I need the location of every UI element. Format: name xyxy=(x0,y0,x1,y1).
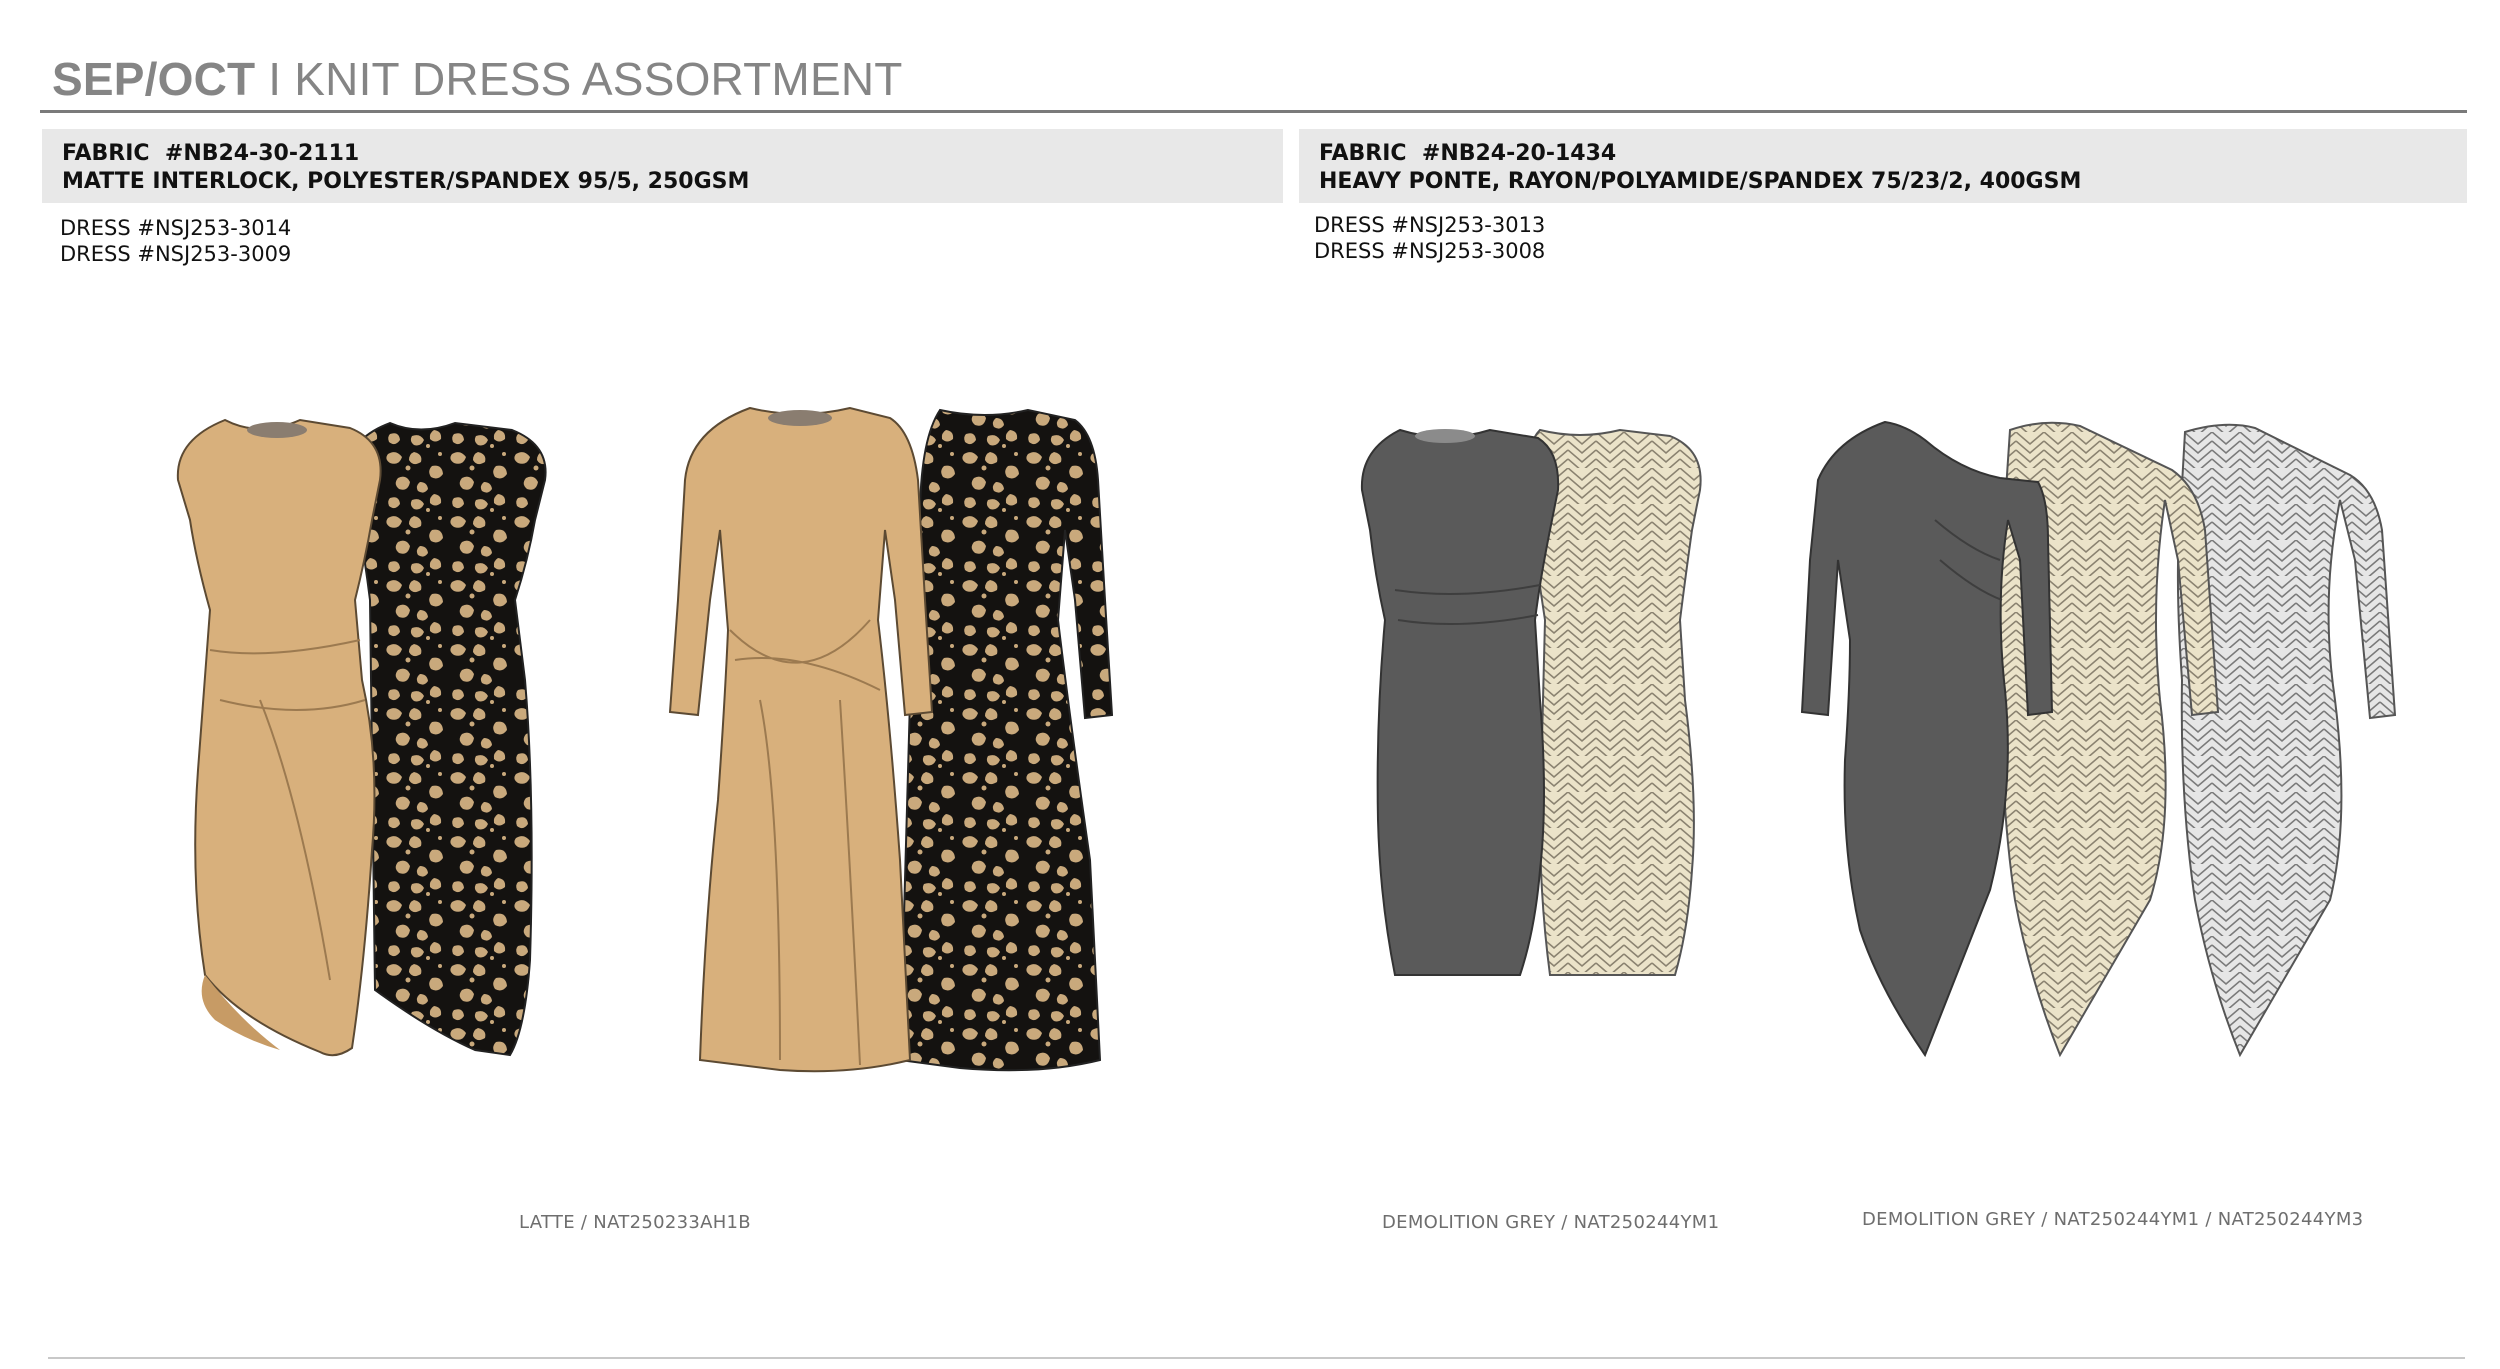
dress-fill xyxy=(176,418,382,1057)
dress-fill xyxy=(668,406,934,1073)
dress-3009-latte xyxy=(668,406,934,1073)
dress-fill xyxy=(2176,423,2397,1058)
dress-3014-leopard xyxy=(343,421,547,1057)
dress-fill xyxy=(898,408,1114,1072)
dress-illustrations xyxy=(176,406,2397,1073)
dress-fill xyxy=(1360,428,1560,976)
dress-3009-leopard xyxy=(898,408,1114,1072)
colorway-caption-1: LATTE / NAT250233AH1B xyxy=(519,1212,751,1233)
colorway-caption-2: DEMOLITION GREY / NAT250244YM1 xyxy=(1382,1212,1720,1233)
dress-3008-chevron-grey xyxy=(2176,423,2397,1058)
colorway-caption-3: DEMOLITION GREY / NAT250244YM1 / NAT2502… xyxy=(1862,1209,2364,1230)
dress-3014-latte xyxy=(176,418,382,1057)
dress-fill xyxy=(343,421,547,1057)
dress-3013-grey xyxy=(1360,428,1560,976)
footer-divider xyxy=(48,1357,2465,1359)
